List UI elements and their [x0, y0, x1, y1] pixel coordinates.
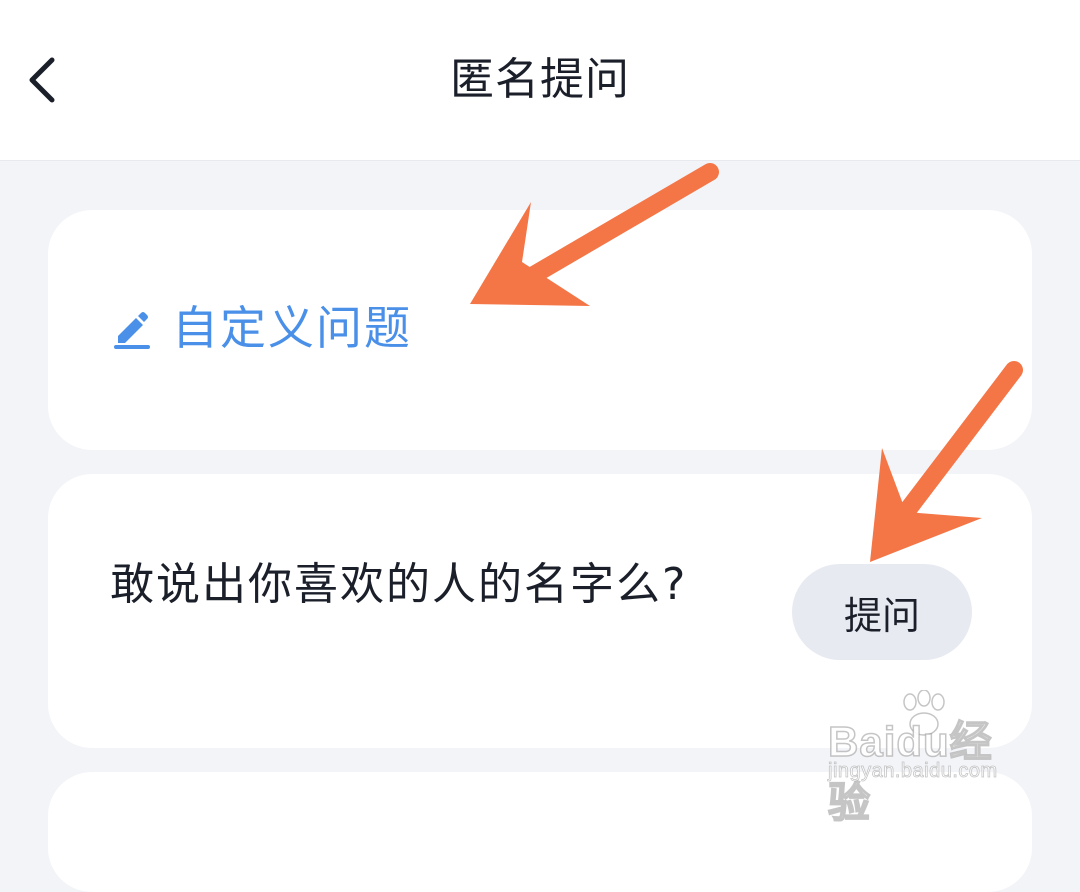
page-title: 匿名提问	[450, 54, 630, 105]
question-text: 敢说出你喜欢的人的名字么?	[110, 559, 688, 610]
question-card: 敢说出你喜欢的人的名字么? 提问	[48, 474, 1032, 748]
pencil-icon	[114, 312, 150, 349]
ask-button[interactable]: 提问	[792, 564, 972, 660]
custom-question-label: 自定义问题	[172, 301, 412, 355]
custom-question-card: 自定义问题	[48, 210, 1032, 450]
question-card-next	[48, 772, 1032, 892]
custom-question-link[interactable]: 自定义问题	[110, 298, 412, 358]
top-bar: 匿名提问	[0, 0, 1080, 161]
